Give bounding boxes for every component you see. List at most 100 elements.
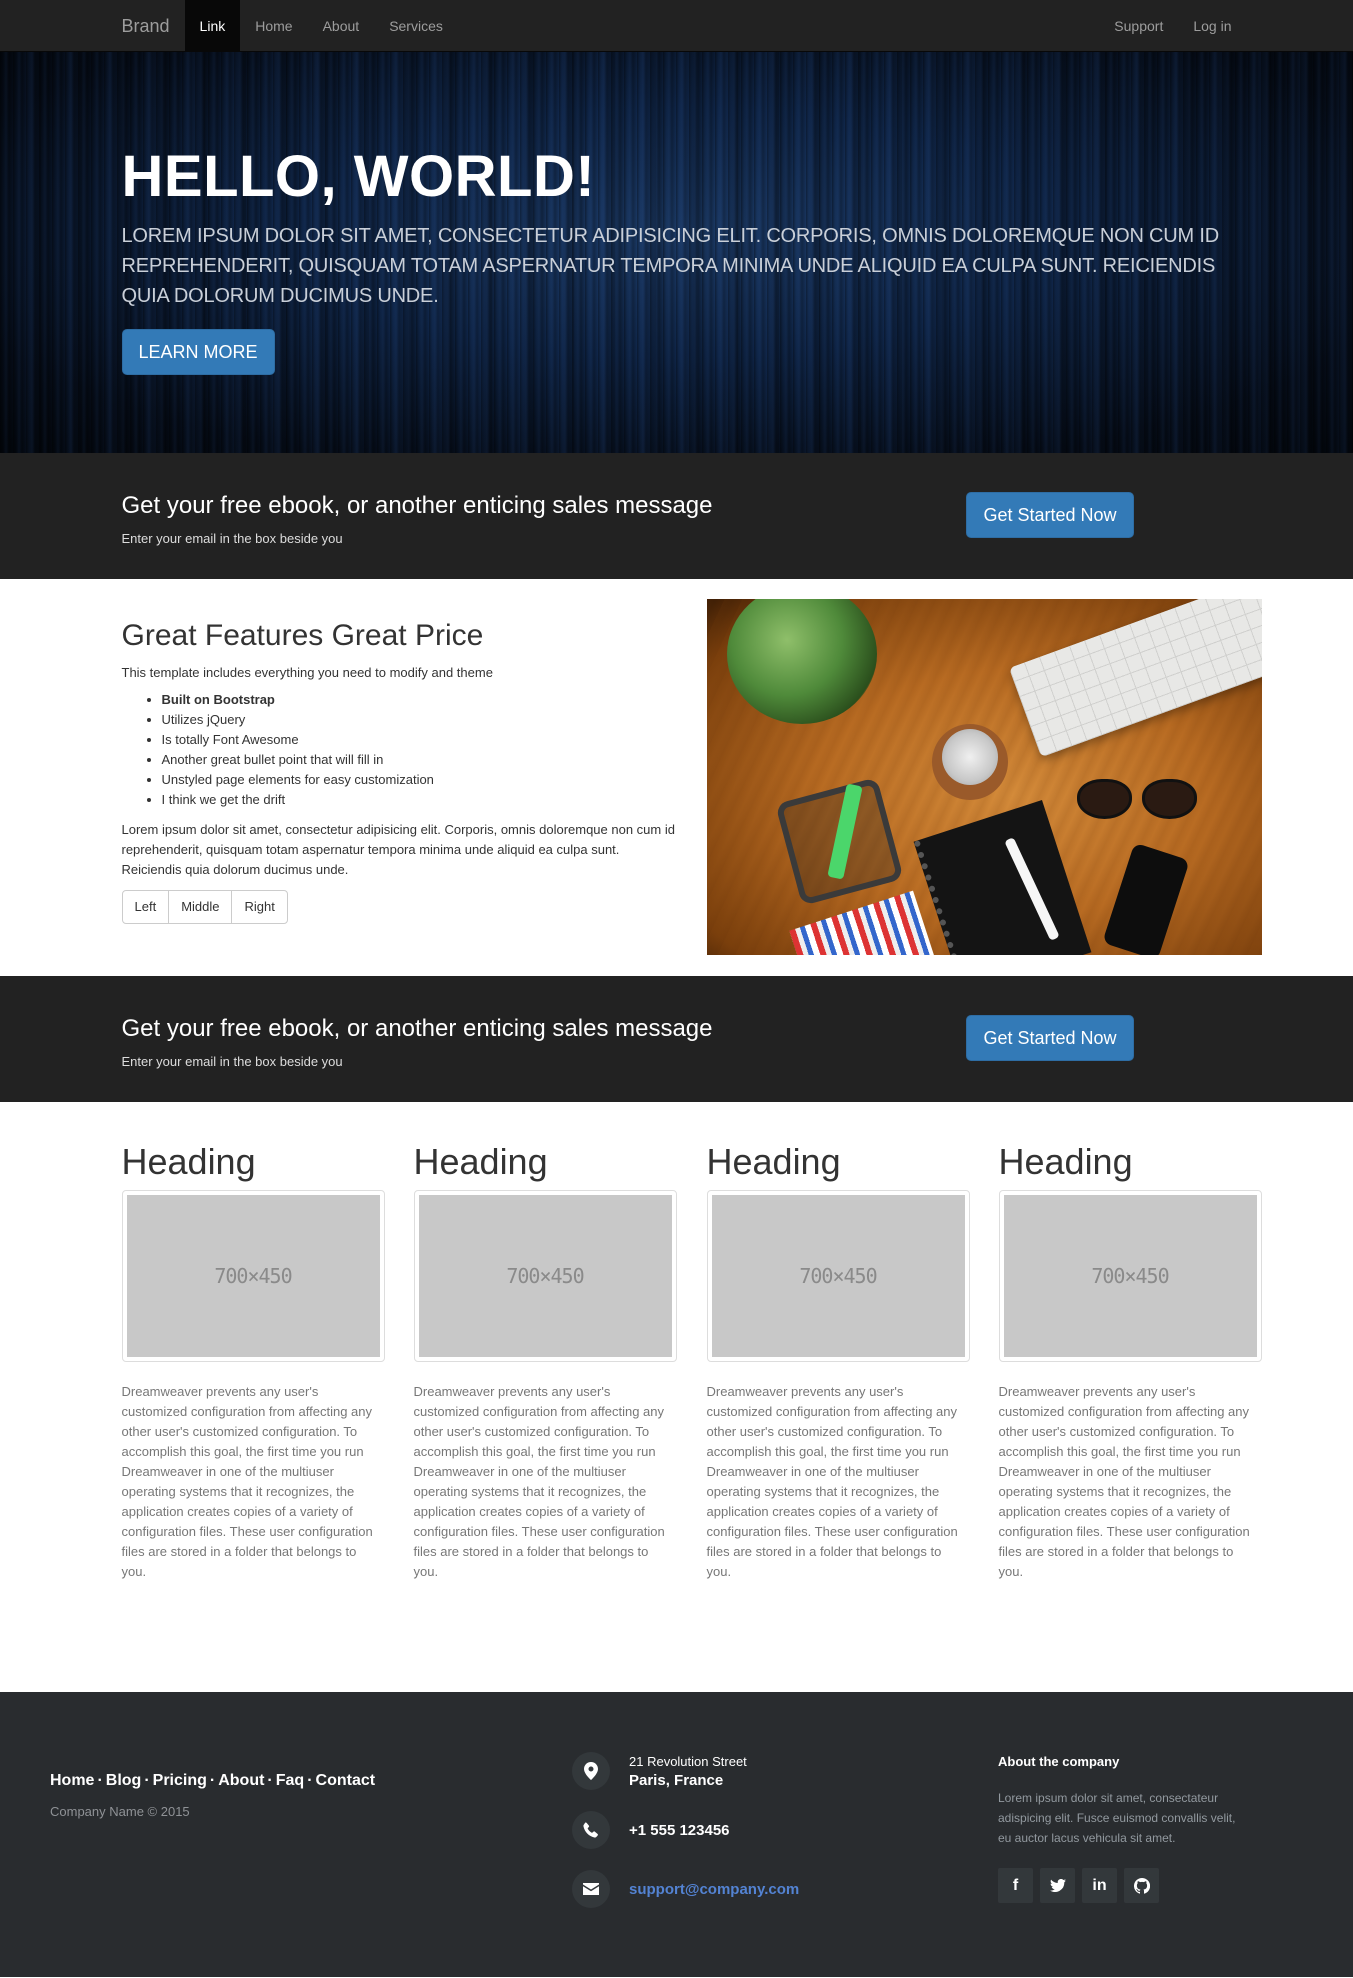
address-city: Paris, France — [629, 1771, 724, 1789]
list-item: Another great bullet point that will fil… — [162, 750, 682, 770]
heading-card: Heading 700×450 Dreamweaver prevents any… — [706, 1141, 970, 1582]
cta-subtitle: Enter your email in the box beside you — [121, 531, 343, 546]
sunglasses-shape — [1076, 779, 1202, 824]
address-street: 21 Revolution Street — [629, 1753, 747, 1769]
can-shape — [941, 729, 998, 785]
nav-link-home[interactable]: Home — [240, 0, 307, 52]
learn-more-button[interactable]: LEARN MORE — [121, 329, 275, 375]
separator: · — [144, 1772, 150, 1789]
heading-card: Heading 700×450 Dreamweaver prevents any… — [121, 1141, 385, 1582]
footer-link-about[interactable]: About — [218, 1772, 264, 1789]
nav-link-login[interactable]: Log in — [1178, 0, 1246, 52]
footer: Home · Blog · Pricing · About · Faq · Contact Comp… — [0, 1692, 1353, 1977]
about-title: About the company — [998, 1754, 1120, 1769]
address-row: 21 Revolution Street Paris, France — [572, 1752, 799, 1790]
cta-banner-1: Get your free ebook, or another enticing… — [0, 453, 1353, 579]
footer-link-home[interactable]: Home — [50, 1772, 94, 1789]
features-title: Great Features Great Price — [121, 619, 484, 652]
phone-icon — [572, 1811, 610, 1849]
list-item: Utilizes jQuery — [162, 710, 682, 730]
right-button[interactable]: Right — [232, 891, 286, 923]
github-icon[interactable] — [1124, 1868, 1159, 1903]
nav-link-link[interactable]: Link — [184, 0, 241, 52]
footer-about: About the company Lorem ipsum dolor sit … — [998, 1754, 1248, 1903]
footer-left: Home · Blog · Pricing · About · Faq · Contact Comp… — [50, 1772, 375, 1819]
email-link[interactable]: support@company.com — [629, 1881, 799, 1898]
twitter-icon[interactable] — [1040, 1868, 1075, 1903]
heading-card: Heading 700×450 Dreamweaver prevents any… — [413, 1141, 677, 1582]
envelope-icon — [572, 1870, 610, 1908]
brand-link[interactable]: Brand — [107, 0, 185, 52]
footer-link-pricing[interactable]: Pricing — [153, 1772, 207, 1789]
nav-link-services[interactable]: Services — [374, 0, 458, 52]
thumbnail: 700×450 — [121, 1190, 385, 1362]
card-heading: Heading — [998, 1141, 1133, 1182]
card-text: Dreamweaver prevents any user's customiz… — [121, 1384, 373, 1579]
placeholder-image: 700×450 — [126, 1195, 380, 1357]
nav-link-about[interactable]: About — [308, 0, 375, 52]
phone-row: +1 555 123456 — [572, 1811, 799, 1849]
get-started-button[interactable]: Get Started Now — [966, 492, 1134, 538]
features-section: Great Features Great Price This template… — [0, 579, 1353, 976]
nav-left: Link Home About Services — [184, 0, 458, 52]
card-text: Dreamweaver prevents any user's customiz… — [413, 1384, 665, 1579]
desk-photo — [706, 599, 1262, 955]
footer-link-faq[interactable]: Faq — [276, 1772, 304, 1789]
email-row: support@company.com — [572, 1870, 799, 1908]
get-started-button[interactable]: Get Started Now — [966, 1015, 1134, 1061]
about-text: Lorem ipsum dolor sit amet, consectateur… — [998, 1791, 1236, 1845]
hero-text: Lorem ipsum dolor sit amet, consectetur … — [121, 225, 1220, 307]
plant-shape — [726, 599, 877, 724]
button-group: Left Middle Right — [121, 890, 288, 924]
list-item: Unstyled page elements for easy customiz… — [162, 770, 682, 790]
left-button[interactable]: Left — [123, 891, 170, 923]
headings-section: Heading 700×450 Dreamweaver prevents any… — [0, 1102, 1353, 1692]
heading-card: Heading 700×450 Dreamweaver prevents any… — [998, 1141, 1262, 1582]
card-text: Dreamweaver prevents any user's customiz… — [998, 1384, 1250, 1579]
list-item: I think we get the drift — [162, 790, 682, 810]
footer-links: Home · Blog · Pricing · About · Faq · Contact — [50, 1772, 375, 1790]
list-item: Is totally Font Awesome — [162, 730, 682, 750]
navbar: Brand Link Home About Services Support L… — [0, 0, 1353, 52]
nav-link-support[interactable]: Support — [1099, 0, 1178, 52]
cta-title: Get your free ebook, or another enticing… — [121, 1015, 713, 1042]
separator: · — [307, 1772, 313, 1789]
hero: HELLO, WORLD! Lorem ipsum dolor sit amet… — [0, 52, 1353, 453]
card-text: Dreamweaver prevents any user's customiz… — [706, 1384, 958, 1579]
placeholder-image: 700×450 — [1003, 1195, 1257, 1357]
separator: · — [209, 1772, 216, 1789]
cta-banner-2: Get your free ebook, or another enticing… — [0, 976, 1353, 1102]
thumbnail: 700×450 — [413, 1190, 677, 1362]
footer-link-contact[interactable]: Contact — [316, 1772, 376, 1789]
nav-right: Support Log in — [1099, 0, 1246, 52]
hero-title: HELLO, WORLD! — [121, 144, 596, 209]
features-paragraph: Lorem ipsum dolor sit amet, consectetur … — [121, 822, 675, 877]
features-lead: This template includes everything you ne… — [121, 665, 493, 680]
keyboard-shape — [1008, 599, 1262, 758]
separator: · — [97, 1772, 103, 1789]
footer-link-blog[interactable]: Blog — [106, 1772, 142, 1789]
notebook-shape — [913, 800, 1091, 955]
card-heading: Heading — [706, 1141, 841, 1182]
linkedin-icon[interactable]: in — [1082, 1868, 1117, 1903]
cta-subtitle: Enter your email in the box beside you — [121, 1054, 343, 1069]
facebook-icon[interactable]: f — [998, 1868, 1033, 1903]
features-list: Built on Bootstrap Utilizes jQuery Is to… — [122, 690, 682, 810]
map-marker-icon — [572, 1752, 610, 1790]
card-heading: Heading — [121, 1141, 256, 1182]
features-text: Great Features Great Price This template… — [121, 619, 682, 924]
phone-number: +1 555 123456 — [629, 1821, 730, 1839]
company-name: Company Name © 2015 — [50, 1804, 190, 1819]
cta-title: Get your free ebook, or another enticing… — [121, 492, 713, 519]
social-links: f in — [998, 1868, 1248, 1903]
separator: · — [267, 1772, 273, 1789]
placeholder-image: 700×450 — [418, 1195, 672, 1357]
footer-contact: 21 Revolution Street Paris, France +1 55… — [572, 1752, 799, 1929]
middle-button[interactable]: Middle — [169, 891, 233, 923]
list-item: Built on Bootstrap — [162, 690, 682, 710]
card-heading: Heading — [413, 1141, 548, 1182]
phone-shape — [1101, 842, 1190, 955]
thumbnail: 700×450 — [998, 1190, 1262, 1362]
placeholder-image: 700×450 — [711, 1195, 965, 1357]
thumbnail: 700×450 — [706, 1190, 970, 1362]
